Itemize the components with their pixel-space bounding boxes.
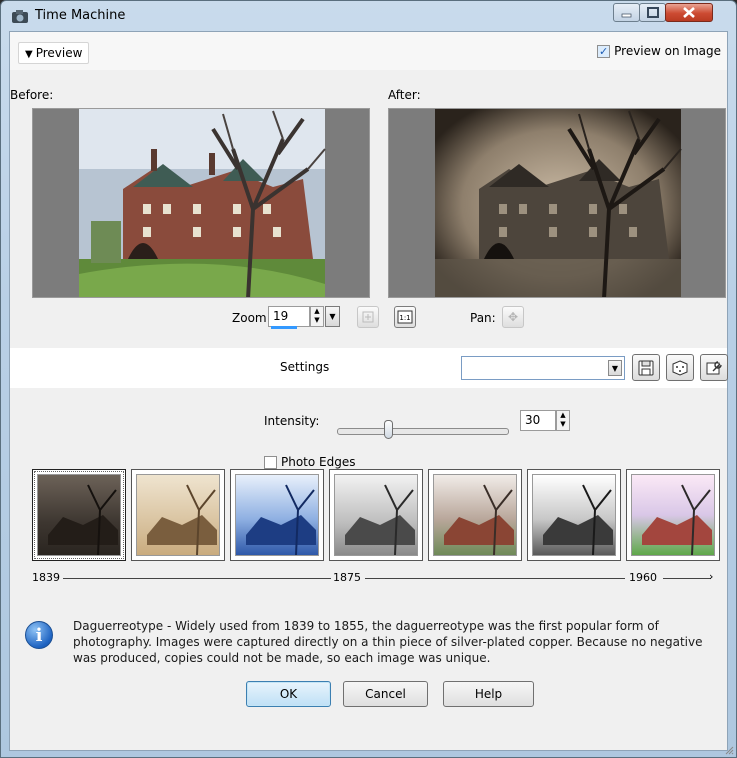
dropdown-arrow-icon: ▼ <box>329 312 336 321</box>
dice-icon <box>672 359 688 376</box>
pan-button[interactable]: ✥ <box>502 306 524 328</box>
cross-process-thumb[interactable] <box>626 469 720 561</box>
after-label: After: <box>388 88 421 102</box>
save-preset-button[interactable] <box>632 354 660 381</box>
app-icon <box>12 10 28 23</box>
save-disk-icon <box>638 360 654 375</box>
arrow-right-icon: › <box>709 570 714 583</box>
thumb-image <box>235 474 319 556</box>
after-preview[interactable] <box>388 108 726 298</box>
settings-combo[interactable]: ▼ <box>461 356 625 380</box>
timeline-line <box>663 578 711 579</box>
preview-toggle[interactable]: ▼ Preview <box>18 42 90 64</box>
preview-header: ▼ Preview ✓ Preview on Image <box>10 32 727 70</box>
reset-randomize-button[interactable] <box>666 354 694 381</box>
zoom-value: 19 <box>273 309 289 323</box>
info-icon: i <box>25 621 53 649</box>
minimize-button[interactable] <box>613 3 640 22</box>
combo-dropdown-icon[interactable]: ▼ <box>608 360 622 376</box>
preset-wrench-icon <box>706 360 722 374</box>
intensity-label: Intensity: <box>264 414 320 428</box>
title-bar[interactable]: Time Machine <box>1 1 736 31</box>
early-color-thumb[interactable] <box>428 469 522 561</box>
ok-button[interactable]: OK <box>246 681 331 707</box>
intensity-value: 30 <box>525 413 541 427</box>
close-button[interactable] <box>665 3 713 22</box>
timeline-end-label: 1960 <box>629 571 657 584</box>
zoom-dropdown-button[interactable]: ▼ <box>325 306 340 327</box>
close-icon <box>683 7 695 18</box>
photo-edges-label: Photo Edges <box>281 455 356 469</box>
preview-toggle-label: Preview <box>35 46 83 60</box>
intensity-spinner[interactable]: ▲ ▼ <box>556 410 570 431</box>
thumb-image <box>532 474 616 556</box>
thumb-image <box>433 474 517 556</box>
cyanotype-thumb[interactable] <box>230 469 324 561</box>
minimize-icon <box>621 13 632 18</box>
before-preview[interactable] <box>32 108 370 298</box>
after-image <box>389 109 725 297</box>
triangle-down-icon: ▼ <box>25 49 33 60</box>
help-button[interactable]: Help <box>443 681 534 707</box>
cancel-button[interactable]: Cancel <box>343 681 428 707</box>
svg-text:1:1: 1:1 <box>399 314 410 322</box>
daguerreotype-thumb[interactable] <box>32 469 126 561</box>
window-title: Time Machine <box>35 8 126 23</box>
albumen-thumb[interactable] <box>131 469 225 561</box>
black-and-white-thumb[interactable] <box>527 469 621 561</box>
timeline-start-label: 1839 <box>32 571 60 584</box>
before-image <box>33 109 369 297</box>
move-crosshair-icon: ✥ <box>507 310 519 324</box>
maximize-button[interactable] <box>639 3 666 22</box>
resize-grip-icon[interactable] <box>724 745 734 755</box>
style-description: i Daguerreotype - Widely used from 1839 … <box>23 618 718 678</box>
photo-edges-checkbox[interactable]: Photo Edges <box>264 455 356 469</box>
description-text: Daguerreotype - Widely used from 1839 to… <box>73 619 703 665</box>
checkmark-icon: ✓ <box>597 44 611 58</box>
thumb-image <box>334 474 418 556</box>
before-label: Before: <box>10 88 54 102</box>
zoom-label: Zoom: <box>232 311 271 325</box>
settings-bar: Settings ▼ <box>10 348 728 388</box>
intensity-slider-track[interactable] <box>337 428 509 435</box>
checkbox-box-icon <box>264 455 277 469</box>
intensity-input[interactable]: 30 <box>520 410 556 431</box>
style-thumbnails <box>24 469 720 563</box>
preview-on-image-label: Preview on Image <box>614 44 721 58</box>
platinum-thumb[interactable] <box>329 469 423 561</box>
dialog-window: Time Machine ▼ Preview ✓ Preview on Image… <box>0 0 737 758</box>
zoom-actual-size-button[interactable]: 1:1 <box>394 306 416 328</box>
spin-down-icon[interactable]: ▼ <box>311 316 323 325</box>
maximize-icon <box>647 7 659 18</box>
spin-up-icon[interactable]: ▲ <box>557 411 569 420</box>
manage-presets-button[interactable] <box>700 354 728 381</box>
actual-size-icon: 1:1 <box>397 310 413 324</box>
thumb-image <box>37 474 121 556</box>
intensity-slider-thumb[interactable] <box>384 420 393 439</box>
timeline-line <box>365 578 625 579</box>
zoom-spinner[interactable]: ▲ ▼ <box>310 306 324 327</box>
spin-up-icon[interactable]: ▲ <box>311 307 323 316</box>
pan-label: Pan: <box>470 311 496 325</box>
zoom-fit-button[interactable] <box>357 306 379 328</box>
zoom-input[interactable]: 19 <box>268 306 310 329</box>
thumb-image <box>136 474 220 556</box>
timeline-line <box>63 578 331 579</box>
settings-label: Settings <box>280 360 330 374</box>
era-timeline: 1839 1875 1960 › <box>23 570 718 587</box>
zoom-level-bar <box>271 326 297 329</box>
timeline-mid-label: 1875 <box>333 571 361 584</box>
preview-on-image-checkbox[interactable]: ✓ Preview on Image <box>597 44 721 58</box>
fit-to-window-icon <box>362 311 374 323</box>
spin-down-icon[interactable]: ▼ <box>557 420 569 429</box>
thumb-image <box>631 474 715 556</box>
